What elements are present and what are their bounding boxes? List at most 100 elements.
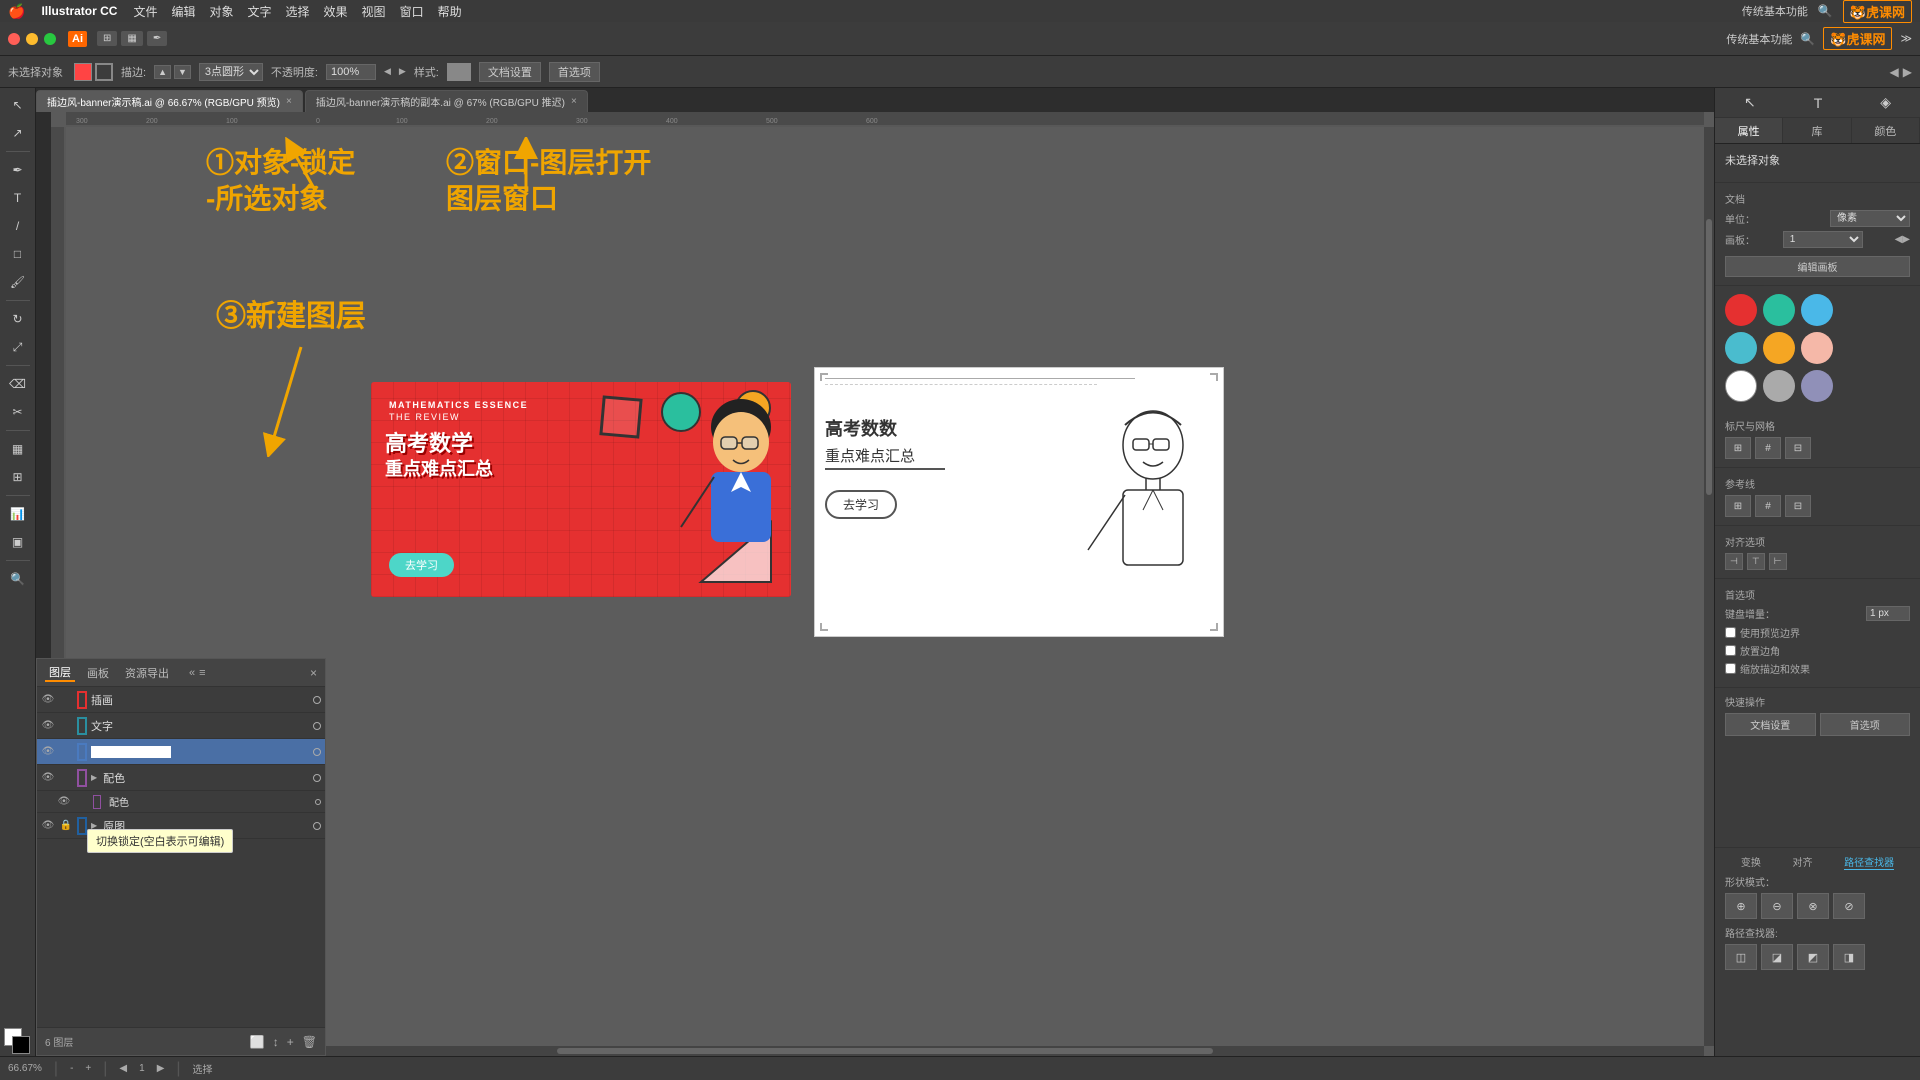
search-btn[interactable]: 🔍 [1800,32,1815,46]
rp-type-icon[interactable]: T [1814,94,1823,111]
rp-tab-properties[interactable]: 属性 [1715,118,1783,143]
next-artboard-btn[interactable]: ▶ [157,1063,165,1074]
swatch-orange[interactable] [1763,332,1795,364]
artboard-tool[interactable]: ▣ [4,529,32,555]
lp-close-btn[interactable]: × [310,666,317,680]
lp-lock-2[interactable] [59,719,73,733]
panel-expand-btn[interactable]: ≫ [1900,32,1912,45]
menu-view[interactable]: 视图 [362,3,386,20]
rp-ruler-btn1[interactable]: ⊞ [1725,437,1751,459]
menu-effects[interactable]: 效果 [324,3,348,20]
rp-select-icon[interactable]: ↖ [1744,94,1756,111]
lp-row-4[interactable]: 👁 ▶ 配色 [37,765,325,791]
lp-tab-export[interactable]: 资源导出 [121,665,173,681]
style-preview[interactable] [447,63,471,81]
menu-text[interactable]: 文字 [248,3,272,20]
panel-right-btn[interactable]: ▶ [1903,65,1912,79]
minimize-window-button[interactable] [26,33,38,45]
rp-unite-btn[interactable]: ⊕ [1725,893,1757,919]
lp-tab-layers[interactable]: 图层 [45,664,75,682]
brush-tool[interactable]: 🖌 [4,269,32,295]
lp-move-layer-btn[interactable]: ↕ [273,1035,279,1049]
menu-object[interactable]: 对象 [209,3,233,20]
prev-artboard-btn[interactable]: ◀ [119,1063,127,1074]
rp-divide-btn[interactable]: ◫ [1725,944,1757,970]
rp-shape-icon[interactable]: ◈ [1880,94,1891,111]
menu-help[interactable]: 帮助 [438,3,462,20]
stroke-up-btn[interactable]: ▲ [154,65,171,79]
graph-tool[interactable]: 📊 [4,501,32,527]
lp-delete-layer-btn[interactable]: 🗑 [302,1035,317,1049]
opacity-input[interactable] [326,64,376,80]
scissors-tool[interactable]: ✂ [4,399,32,425]
rp-tab-color[interactable]: 颜色 [1852,118,1920,143]
banner-button[interactable]: 去学习 [389,553,454,577]
menu-edit[interactable]: 编辑 [171,3,195,20]
rp-scale-strokes-checkbox[interactable] [1725,663,1736,674]
type-tool[interactable]: T [4,185,32,211]
shape-selector[interactable]: 3点圆形 [199,63,263,81]
fill-stroke-box[interactable] [4,1028,32,1056]
zoom-out-btn[interactable]: - [70,1063,73,1074]
rp-doc-settings-btn[interactable]: 文档设置 [1725,713,1816,736]
tab-1-close[interactable]: × [286,96,292,107]
lp-tab-artboards[interactable]: 画板 [83,665,113,681]
lp-lock-3[interactable] [59,745,73,759]
rp-prefs-btn[interactable]: 首选项 [1820,713,1911,736]
rp-keyboard-input[interactable] [1866,606,1910,621]
apple-menu[interactable]: 🍎 [8,3,25,20]
lp-lock-4-1[interactable] [75,795,89,809]
lp-collapse-btn[interactable]: « [189,667,195,679]
rp-guide-btn3[interactable]: ⊟ [1785,495,1811,517]
rp-artboard-select[interactable]: 1 2 [1783,231,1863,248]
lp-row-3[interactable]: 👁 [37,739,325,765]
rp-tab-library[interactable]: 库 [1783,118,1851,143]
rp-exclude-btn[interactable]: ⊘ [1833,893,1865,919]
line-tool[interactable]: / [4,213,32,239]
lp-eye-1[interactable]: 👁 [41,693,55,707]
menu-select[interactable]: 选择 [286,3,310,20]
preferences-btn[interactable]: 首选项 [549,62,600,82]
close-window-button[interactable] [8,33,20,45]
tab-2-close[interactable]: × [571,96,577,107]
rp-guide-btn1[interactable]: ⊞ [1725,495,1751,517]
menu-file[interactable]: 文件 [133,3,157,20]
stroke-down-btn[interactable]: ▼ [174,65,191,79]
zoom-tool[interactable]: 🔍 [4,566,32,592]
rp-align-left[interactable]: ⊣ [1725,553,1743,570]
eraser-tool[interactable]: ⌫ [4,371,32,397]
rp-round-corners-checkbox[interactable] [1725,645,1736,656]
lp-new-layer-above-btn[interactable]: ⬜ [250,1035,265,1049]
view-mode-btn[interactable]: ▦ [121,31,142,46]
arrange-btn[interactable]: ⊞ [97,31,117,46]
lp-row-1[interactable]: 👁 插画 [37,687,325,713]
swatch-teal[interactable] [1763,294,1795,326]
lp-eye-4-1[interactable]: 👁 [57,795,71,809]
rp-crop-btn[interactable]: ◨ [1833,944,1865,970]
rp-preview-bounds-checkbox[interactable] [1725,627,1736,638]
zoom-in-btn[interactable]: + [85,1063,91,1074]
tab-1[interactable]: 插边风-banner演示稿.ai @ 66.67% (RGB/GPU 预览) × [36,90,303,112]
rp-ruler-btn2[interactable]: # [1755,437,1781,459]
rp-ruler-btn3[interactable]: ⊟ [1785,437,1811,459]
lp-menu-btn[interactable]: ≡ [199,667,205,679]
swatch-cyan[interactable] [1725,332,1757,364]
rp-align-right[interactable]: ⊢ [1769,553,1787,570]
opacity-arrow-left[interactable]: ◀ [384,66,391,77]
lp-lock-4[interactable] [59,771,73,785]
swatch-red[interactable] [1725,294,1757,326]
search-icon[interactable]: 🔍 [1818,4,1833,18]
pen-tool[interactable]: ✒ [4,157,32,183]
swatch-purple-gray[interactable] [1801,370,1833,402]
rp-guide-btn2[interactable]: # [1755,495,1781,517]
direct-selection-tool[interactable]: ↗ [4,120,32,146]
rp-minus-front-btn[interactable]: ⊖ [1761,893,1793,919]
sketch-document[interactable]: 高考数数 重点难点汇总 去学习 [814,367,1224,637]
lp-name-input-3[interactable] [91,746,171,758]
lp-row-2[interactable]: 👁 文字 [37,713,325,739]
scrollbar-vertical[interactable] [1704,127,1714,1046]
rp-intersect-btn[interactable]: ⊗ [1797,893,1829,919]
rotate-tool[interactable]: ↻ [4,306,32,332]
lp-eye-2[interactable]: 👁 [41,719,55,733]
fill-color-box[interactable] [74,63,92,81]
